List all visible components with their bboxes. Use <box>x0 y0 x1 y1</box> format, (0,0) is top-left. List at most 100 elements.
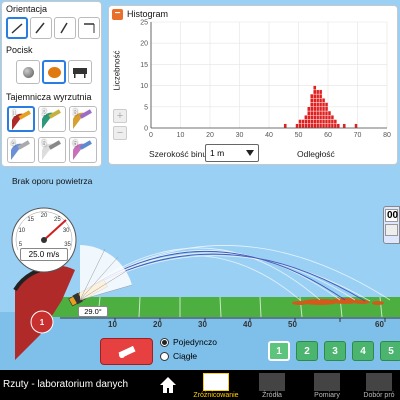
cannon-icon <box>117 345 136 358</box>
orientation-high-button[interactable] <box>54 17 76 39</box>
histogram-bar <box>318 123 323 129</box>
tab-sampling[interactable]: Dobór pró <box>358 370 400 400</box>
histogram-bar <box>313 110 317 116</box>
cannon-handle[interactable] <box>60 283 100 303</box>
x-tick-label: 0 <box>149 132 153 139</box>
histogram-panel: − Histogram + − Liczebność 0 5 10 15 20 25 0 10… <box>108 5 398 165</box>
tab-measures[interactable]: Pomiary <box>304 370 350 400</box>
histogram-bar <box>310 115 314 120</box>
histogram-bar <box>318 93 323 99</box>
pumpkin-icon <box>47 66 61 78</box>
x-tick-label: 10 <box>177 132 185 139</box>
histogram-bar <box>321 123 326 129</box>
histogram-bar <box>315 98 320 103</box>
mystery-launcher-5[interactable]: 5 <box>38 137 66 163</box>
stopwatch[interactable]: 00 <box>383 206 400 244</box>
ruler-label: 30 <box>198 320 207 329</box>
histogram-bar <box>307 119 311 124</box>
app-title: Rzuty - laboratorium danych <box>3 379 129 390</box>
histogram-bar <box>313 123 317 129</box>
fire-mode-continuous[interactable]: Ciągłe <box>160 351 197 361</box>
level-button-2[interactable]: 2 <box>296 341 318 361</box>
chevron-down-icon <box>246 150 254 156</box>
mystery-launcher-6[interactable]: 6 <box>69 137 97 163</box>
orientation-mid-button[interactable] <box>30 17 52 39</box>
fire-mode-single[interactable]: Pojedynczo <box>160 337 217 347</box>
projectile-ball-button[interactable] <box>16 60 40 84</box>
mystery-launcher-2[interactable]: 2 <box>38 106 66 132</box>
histogram-bar <box>310 110 314 116</box>
custom-angle-icon <box>84 23 95 33</box>
histogram-bar <box>307 115 311 120</box>
zoom-out-button[interactable]: − <box>113 126 127 140</box>
sampling-screen-icon <box>366 373 392 391</box>
histogram-bar <box>313 89 317 95</box>
projectile-pumpkin-button[interactable] <box>42 60 66 84</box>
histogram-bar <box>307 106 311 112</box>
x-tick-label: 30 <box>236 132 244 139</box>
histogram-bar <box>318 98 323 103</box>
ruler-label: 50 <box>288 320 297 329</box>
projectile-piano-button[interactable] <box>68 60 92 84</box>
histogram-bar <box>313 119 317 124</box>
y-tick-label: 0 <box>144 126 148 133</box>
level-button-1[interactable]: 1 <box>268 341 290 361</box>
speed-value: 25.0 m/s <box>28 250 60 259</box>
histogram-bar <box>310 102 314 107</box>
home-button[interactable] <box>158 375 178 395</box>
histogram-bar <box>324 123 329 129</box>
orientation-low-button[interactable] <box>6 17 28 39</box>
mystery-launcher-1[interactable]: 1 <box>7 106 35 132</box>
radio-unselected-icon <box>160 351 169 361</box>
tab-sources[interactable]: Źródła <box>249 370 295 400</box>
stopwatch-button[interactable] <box>385 224 398 236</box>
histogram-bar <box>321 119 326 124</box>
level-button-5[interactable]: 5 <box>380 341 400 361</box>
air-resistance-label: Brak oporu powietrza <box>12 176 93 186</box>
speed-readout: 25.0 m/s <box>20 248 68 261</box>
level-button-4[interactable]: 4 <box>352 341 374 361</box>
histogram-collapse-button[interactable]: − <box>112 9 123 20</box>
histogram-bar <box>304 119 308 124</box>
histogram-bar <box>315 106 320 112</box>
y-tick-label: 10 <box>140 83 148 90</box>
histogram-bar <box>315 93 320 99</box>
level-button-3[interactable]: 3 <box>324 341 346 361</box>
variability-screen-icon <box>203 373 229 391</box>
orientation-title: Orientacja <box>6 4 48 14</box>
low-angle-icon <box>11 23 23 34</box>
histogram-bar <box>327 123 332 129</box>
histogram-bar <box>315 115 320 120</box>
mystery-launcher-3[interactable]: 3 <box>69 106 97 132</box>
ruler-label: 60 <box>375 320 384 329</box>
projectile-title: Pocisk <box>6 45 33 55</box>
navigation-bar: Rzuty - laboratorium danych Zróżnicowani… <box>0 370 400 400</box>
sources-screen-icon <box>259 373 285 391</box>
histogram-bar <box>298 123 302 129</box>
x-tick-label: 70 <box>354 132 362 139</box>
x-tick-label: 80 <box>383 132 391 139</box>
fire-button[interactable] <box>100 338 153 365</box>
orientation-custom-button[interactable] <box>78 17 100 39</box>
tab-variability[interactable]: Zróżnicowanie <box>193 370 239 400</box>
histogram-x-label: Odległość <box>297 149 335 159</box>
angle-value: 29.0° <box>84 307 102 316</box>
histogram-y-label: Liczebność <box>112 50 122 91</box>
histogram-bar <box>310 98 314 103</box>
histogram-bar <box>313 115 317 120</box>
tab-measures-label: Pomiary <box>314 392 340 399</box>
histogram-bar <box>336 123 341 129</box>
x-tick-label: 20 <box>206 132 214 139</box>
stopwatch-display: 00 <box>385 209 399 222</box>
launch-height-badge[interactable]: 1 <box>36 316 48 328</box>
histogram-bar <box>310 123 314 129</box>
bin-width-select[interactable]: 1 m <box>205 144 259 162</box>
tab-sources-label: Źródła <box>262 392 282 399</box>
mystery-launcher-4[interactable]: 4 <box>7 137 35 163</box>
histogram-bar <box>313 98 317 103</box>
histogram-bar <box>354 123 358 129</box>
histogram-bar <box>313 102 317 107</box>
histogram-bar <box>301 123 305 129</box>
histogram-bar <box>298 119 302 124</box>
zoom-in-button[interactable]: + <box>113 109 127 123</box>
